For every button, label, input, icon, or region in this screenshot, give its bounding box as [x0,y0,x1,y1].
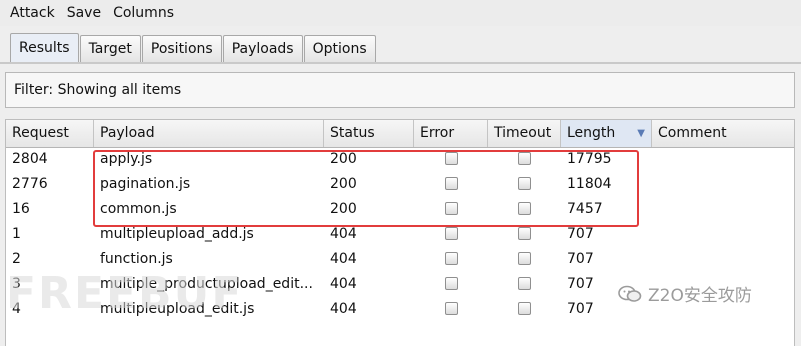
menu-attack[interactable]: Attack [10,5,55,21]
column-header-length-label: Length [567,125,616,141]
timeout-checkbox[interactable] [518,302,531,315]
table-header: Request Payload Status Error Timeout Len… [6,120,794,148]
highlight-box [93,150,639,227]
filter-label: Filter: Showing all items [14,82,182,98]
tab-positions[interactable]: Positions [141,35,222,62]
cell-length: 707 [567,251,594,267]
timeout-checkbox[interactable] [518,277,531,290]
cell-comment [652,197,794,222]
cell-status: 404 [330,251,357,267]
cell-request: 16 [12,201,30,217]
watermark-wechat: Z2O安全攻防 [618,281,752,306]
tab-divider [0,62,801,64]
menu-bar: Attack Save Columns [0,0,801,26]
cell-request: 2804 [12,151,48,167]
cell-request: 2776 [12,176,48,192]
column-header-status[interactable]: Status [324,120,414,147]
filter-bar[interactable]: Filter: Showing all items [5,72,795,108]
watermark-text: Z2O安全攻防 [648,286,752,306]
cell-comment [652,247,794,272]
cell-request: 1 [12,226,21,242]
tab-bar: Results Target Positions Payloads Option… [10,33,377,62]
menu-save[interactable]: Save [67,5,101,21]
watermark-logo: FREEBUF [6,268,244,319]
sort-down-icon: ▼ [637,128,645,139]
column-header-error[interactable]: Error [414,120,488,147]
cell-comment [652,222,794,247]
column-header-timeout[interactable]: Timeout [488,120,561,147]
column-header-comment[interactable]: Comment [652,120,794,147]
cell-comment [652,172,794,197]
column-header-payload[interactable]: Payload [94,120,324,147]
timeout-checkbox[interactable] [518,252,531,265]
cell-comment [652,147,794,172]
tab-payloads[interactable]: Payloads [222,35,303,62]
error-checkbox[interactable] [445,302,458,315]
tab-target[interactable]: Target [79,35,141,62]
timeout-checkbox[interactable] [518,227,531,240]
cell-status: 404 [330,301,357,317]
error-checkbox[interactable] [445,227,458,240]
tab-results[interactable]: Results [10,33,79,62]
cell-status: 404 [330,276,357,292]
wechat-icon [618,285,642,302]
menu-columns[interactable]: Columns [113,5,174,21]
tab-options[interactable]: Options [303,35,376,62]
error-checkbox[interactable] [445,277,458,290]
column-header-request[interactable]: Request [6,120,94,147]
column-header-length[interactable]: Length ▼ [561,120,652,147]
error-checkbox[interactable] [445,252,458,265]
